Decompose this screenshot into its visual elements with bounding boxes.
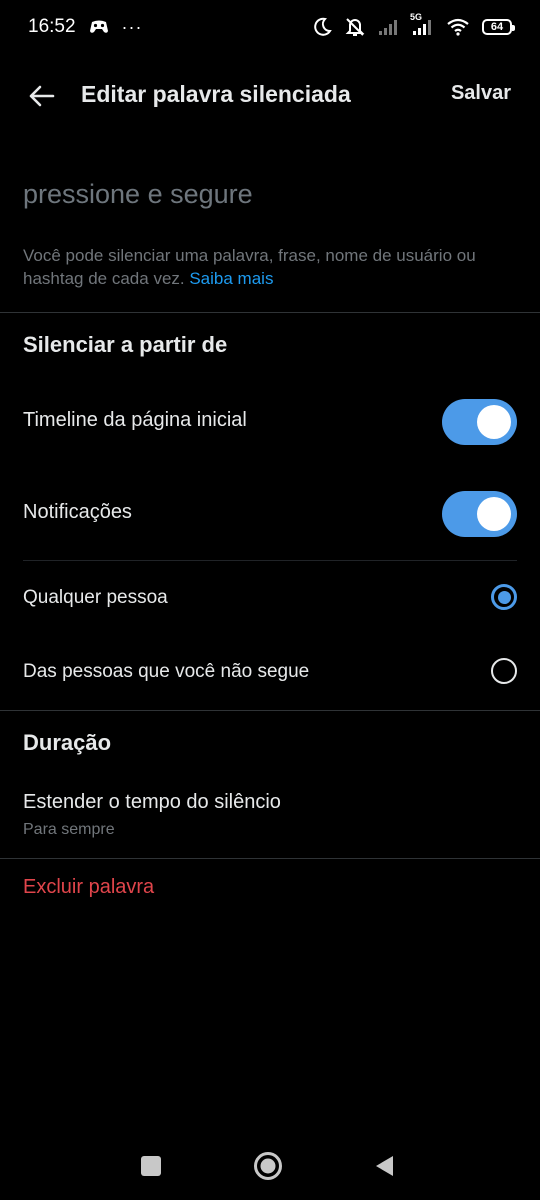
helper-text: Você pode silenciar uma palavra, frase, …	[23, 244, 523, 290]
arrow-left-icon	[29, 85, 55, 107]
bell-muted-icon	[344, 16, 366, 38]
save-button[interactable]: Salvar	[451, 82, 511, 105]
learn-more-link[interactable]: Saiba mais	[189, 269, 273, 288]
status-bar-left: 16:52 ···	[28, 16, 143, 38]
network-type-label: 5G	[410, 12, 423, 22]
divider	[0, 858, 540, 859]
radio-button-selected[interactable]	[491, 584, 517, 610]
page-title: Editar palavra silenciada	[81, 81, 351, 107]
delete-word-button[interactable]: Excluir palavra	[23, 876, 154, 899]
toggle-label: Timeline da página inicial	[23, 409, 247, 431]
duration-title: Estender o tempo do silêncio	[23, 791, 281, 813]
radio-label: Qualquer pessoa	[23, 587, 168, 608]
radio-option-anyone[interactable]: Qualquer pessoa	[0, 571, 540, 627]
battery-icon: 64	[482, 19, 515, 35]
duration-value: Para sempre	[23, 821, 115, 838]
system-navigation-bar	[0, 1130, 540, 1200]
home-button[interactable]	[248, 1146, 288, 1186]
signal-empty-icon	[378, 18, 400, 36]
section-heading-mute-from: Silenciar a partir de	[23, 332, 228, 357]
section-heading-duration: Duração	[23, 730, 112, 755]
status-bar-right: 5G 64	[312, 12, 515, 38]
toggle-label: Notificações	[23, 501, 132, 523]
divider	[0, 710, 540, 711]
back-button[interactable]	[24, 79, 58, 113]
back-nav-button[interactable]	[364, 1146, 404, 1186]
status-time: 16:52	[28, 16, 76, 37]
duration-row[interactable]: Estender o tempo do silêncio Para sempre	[0, 782, 540, 848]
radio-option-not-following[interactable]: Das pessoas que você não segue	[0, 645, 540, 701]
toggle-row-home-timeline[interactable]: Timeline da página inicial	[0, 391, 540, 453]
radio-dot	[497, 590, 511, 604]
home-timeline-toggle[interactable]	[442, 399, 517, 445]
notifications-toggle[interactable]	[442, 491, 517, 537]
circle-home-icon	[254, 1152, 282, 1180]
square-icon	[141, 1156, 161, 1176]
moon-icon	[312, 17, 332, 37]
wifi-icon	[446, 18, 470, 36]
status-bar: 16:52 ··· 5G 64	[0, 0, 540, 54]
game-controller-icon	[88, 18, 110, 36]
toggle-knob	[477, 497, 511, 531]
divider	[23, 560, 517, 561]
recents-button[interactable]	[131, 1146, 171, 1186]
toggle-row-notifications[interactable]: Notificações	[0, 483, 540, 545]
toggle-knob	[477, 405, 511, 439]
radio-label: Das pessoas que você não segue	[23, 661, 310, 682]
triangle-back-icon	[376, 1156, 393, 1176]
more-notifications-icon: ···	[121, 16, 143, 37]
radio-button-unselected[interactable]	[491, 658, 517, 684]
signal-5g-icon: 5G	[410, 12, 434, 36]
divider	[0, 312, 540, 313]
muted-word-input[interactable]	[23, 170, 513, 218]
top-app-bar: Editar palavra silenciada Salvar	[0, 62, 540, 128]
